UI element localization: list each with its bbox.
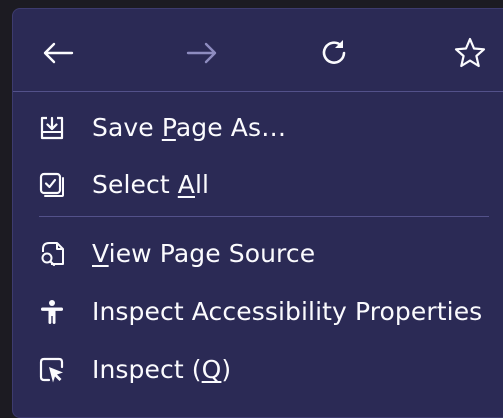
inspect-item[interactable]: Inspect (Q) (13, 345, 503, 395)
inspect-label: Inspect (Q) (92, 355, 232, 384)
separator (39, 216, 489, 217)
accessibility-icon (39, 299, 65, 325)
forward-button[interactable] (182, 33, 222, 73)
select-all-item[interactable]: Select All (13, 160, 503, 210)
inspect-icon (39, 357, 65, 383)
save-page-icon (39, 115, 65, 141)
arrow-right-icon (186, 42, 217, 64)
save-page-as-label: Save Page As… (92, 113, 287, 142)
context-menu: Save Page As… Select All View Page Sourc… (12, 8, 503, 418)
arrow-left-icon (43, 42, 74, 64)
inspect-accessibility-item[interactable]: Inspect Accessibility Properties (13, 287, 503, 337)
separator (13, 91, 503, 92)
save-page-as-item[interactable]: Save Page As… (13, 103, 503, 153)
navigation-bar (13, 9, 503, 91)
select-all-icon (39, 172, 65, 198)
view-page-source-label: View Page Source (92, 239, 316, 268)
back-button[interactable] (38, 33, 78, 73)
inspect-accessibility-label: Inspect Accessibility Properties (92, 297, 483, 326)
page-source-icon (39, 241, 65, 267)
select-all-label: Select All (92, 170, 210, 199)
reload-icon (322, 40, 346, 64)
view-page-source-item[interactable]: View Page Source (13, 229, 503, 279)
bookmark-button[interactable] (450, 33, 490, 73)
star-icon (454, 37, 486, 68)
reload-button[interactable] (314, 33, 354, 73)
